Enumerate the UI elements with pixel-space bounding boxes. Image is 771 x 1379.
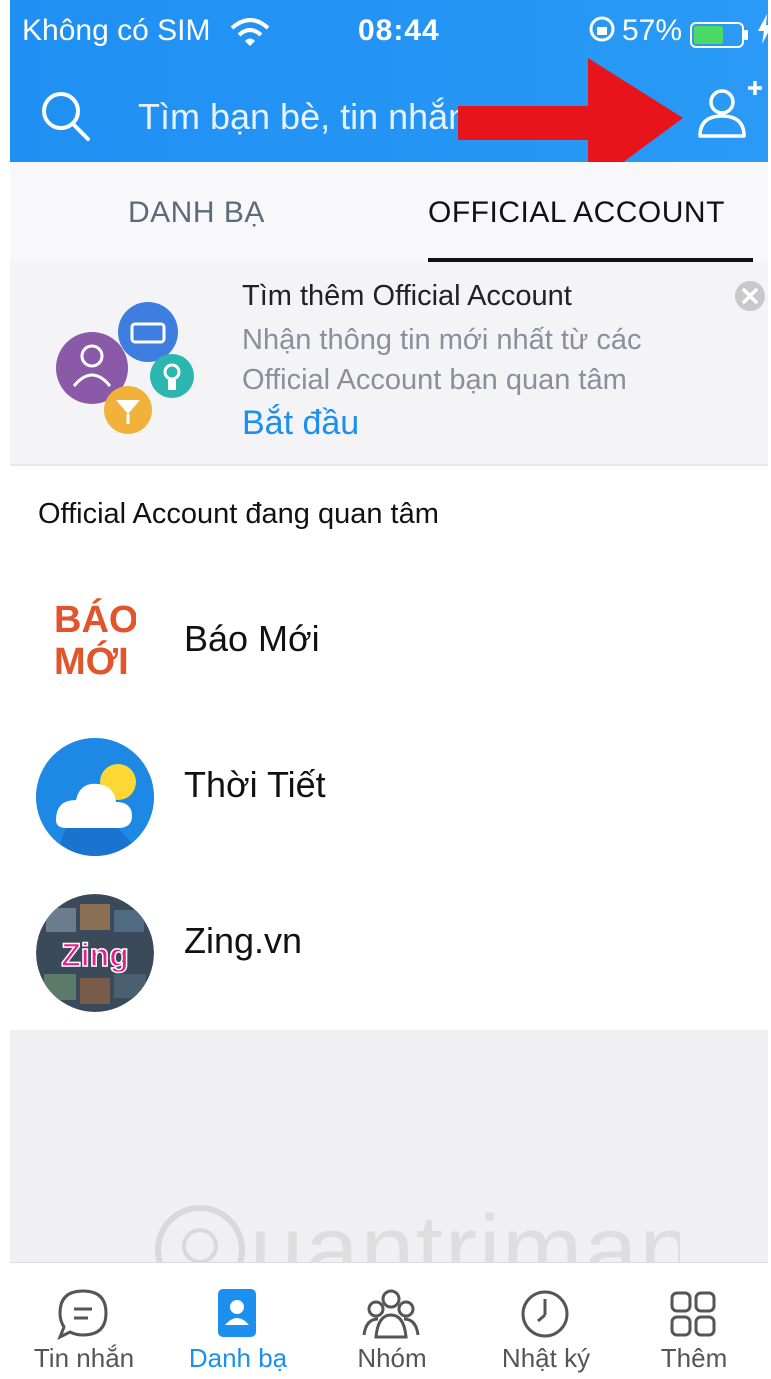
frame-left — [0, 0, 10, 1378]
start-button[interactable]: Bắt đầu — [242, 404, 359, 443]
chat-icon — [57, 1289, 108, 1341]
battery-percent: 57% — [622, 14, 683, 47]
oa-name: Zing.vn — [184, 920, 303, 961]
nav-more[interactable]: Thêm — [624, 1263, 764, 1379]
promo-description: Nhận thông tin mới nhất từ các Official … — [242, 324, 642, 396]
svg-text:BÁO: BÁO — [54, 597, 136, 641]
nav-label: Thêm — [660, 1343, 728, 1373]
nav-label: Danh bạ — [188, 1343, 288, 1373]
zing-avatar: Zing — [36, 894, 154, 1012]
tab-official-account[interactable]: OFFICIAL ACCOUNT — [428, 196, 725, 230]
svg-text:MỚI: MỚI — [54, 639, 129, 680]
charging-icon — [758, 14, 771, 52]
oa-item-thoi-tiet[interactable]: Thời Tiết — [10, 718, 768, 858]
contacts-icon — [218, 1289, 256, 1337]
nav-contacts[interactable]: Danh bạ — [168, 1263, 308, 1379]
oa-item-bao-moi[interactable]: BÁO MỚI Báo Mới — [10, 572, 768, 712]
clock-icon — [521, 1290, 569, 1338]
nav-messages[interactable]: Tin nhắn — [14, 1263, 154, 1379]
nav-label: Nhật ký — [501, 1343, 591, 1373]
weather-avatar — [36, 738, 154, 856]
battery-icon — [690, 22, 750, 48]
oa-item-zing[interactable]: Zing Zing.vn — [10, 874, 768, 1014]
grid-icon — [670, 1291, 716, 1337]
tab-contacts[interactable]: DANH BẠ — [128, 196, 265, 230]
oa-name: Báo Mới — [184, 618, 320, 659]
nav-groups[interactable]: Nhóm — [322, 1263, 462, 1379]
nav-timeline[interactable]: Nhật ký — [476, 1263, 616, 1379]
search-icon[interactable] — [36, 86, 96, 146]
group-icon — [362, 1289, 420, 1339]
contact-tabs: DANH BẠ OFFICIAL ACCOUNT — [10, 162, 768, 263]
discover-oa-banner: Tìm thêm Official Account Nhận thông tin… — [10, 262, 768, 466]
svg-text:Zing: Zing — [61, 937, 129, 973]
oa-name: Thời Tiết — [184, 764, 326, 805]
wifi-icon — [230, 18, 270, 56]
add-friend-icon[interactable] — [688, 78, 766, 148]
bottom-navigation: Tin nhắn Danh bạ Nhóm Nhật ký Thêm — [10, 1262, 768, 1379]
promo-title: Tìm thêm Official Account — [242, 280, 572, 312]
carrier-label: Không có SIM — [22, 14, 211, 47]
nav-label: Nhóm — [357, 1343, 427, 1373]
rotation-lock-icon — [588, 14, 616, 52]
bao-moi-logo: BÁO MỚI — [46, 590, 138, 683]
nav-label: Tin nhắn — [33, 1343, 135, 1373]
clock-time: 08:44 — [358, 14, 440, 47]
followed-oa-heading: Official Account đang quan tâm — [38, 498, 439, 530]
official-account-illustration — [56, 302, 194, 434]
close-icon[interactable] — [734, 280, 766, 312]
